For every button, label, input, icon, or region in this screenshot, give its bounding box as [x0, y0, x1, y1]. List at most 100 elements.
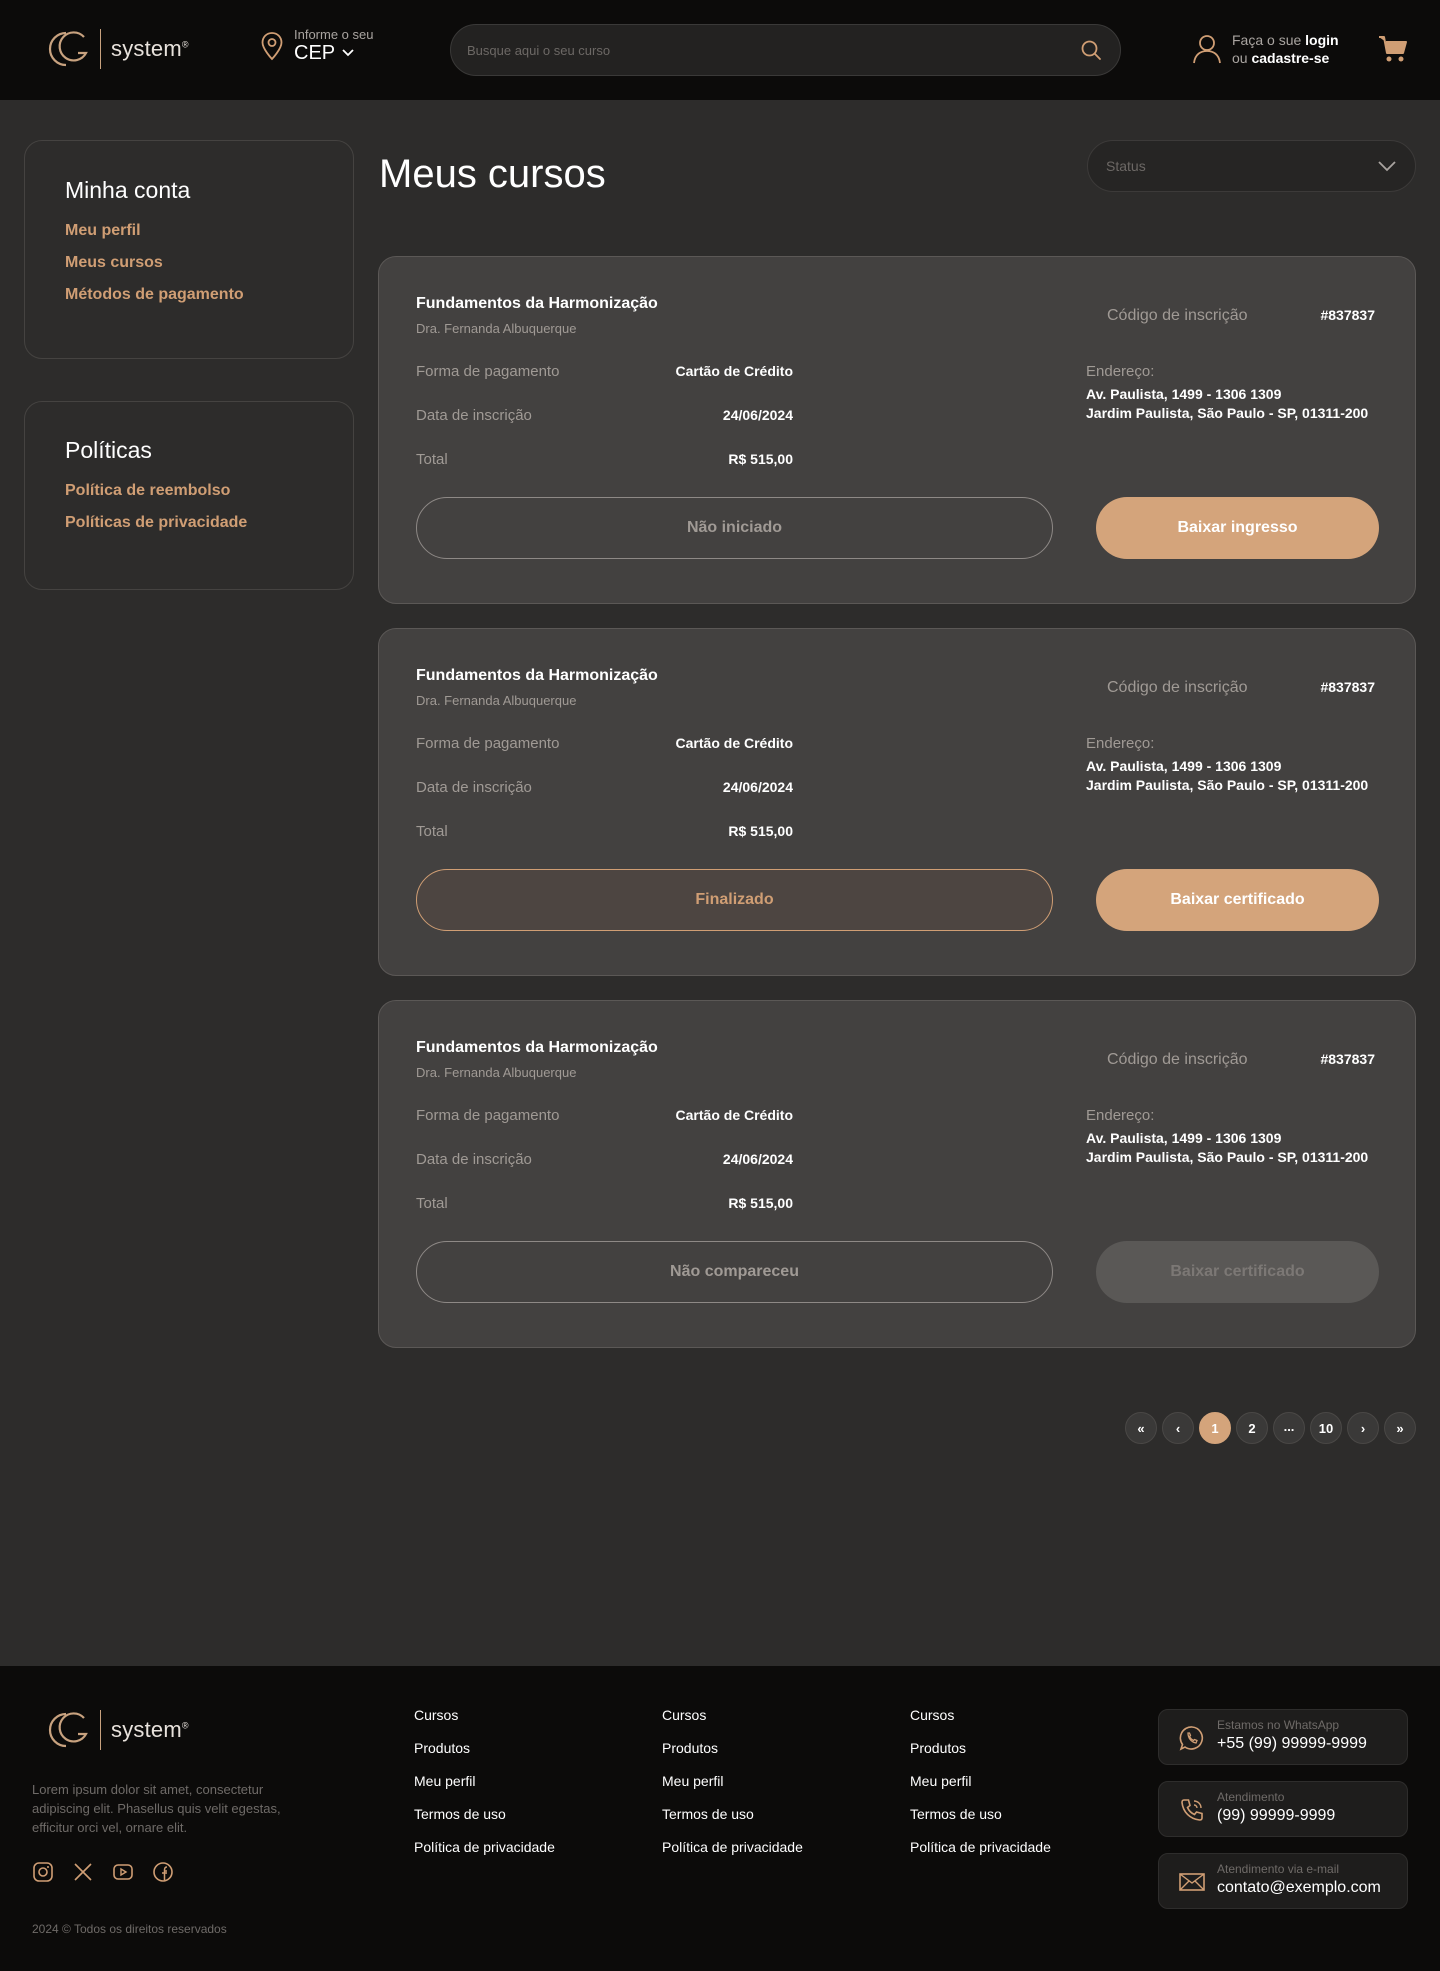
date-value: 24/06/2024 — [722, 779, 793, 795]
course-title: Fundamentos da Harmonização — [416, 667, 658, 684]
contact-phone[interactable]: Atendimento (99) 99999-9999 — [1158, 1781, 1408, 1837]
search-bar — [450, 24, 1121, 76]
pagination-last[interactable]: » — [1384, 1412, 1416, 1444]
total-label: Total — [416, 823, 448, 840]
search-input[interactable] — [467, 25, 1057, 75]
logo-divider — [100, 1710, 101, 1750]
header-logo[interactable]: system® — [42, 27, 189, 71]
footer-link-privacidade[interactable]: Política de privacidade — [414, 1838, 555, 1857]
register-line: ou cadastre-se — [1232, 50, 1330, 66]
address-label: Endereço: — [1086, 735, 1155, 752]
logo-mark-icon — [48, 1712, 88, 1748]
sidebar-item-meus-cursos[interactable]: Meus cursos — [65, 254, 353, 272]
register-link[interactable]: cadastre-se — [1251, 50, 1329, 66]
address-label: Endereço: — [1086, 363, 1155, 380]
status-placeholder: Status — [1106, 158, 1146, 174]
footer-link-produtos[interactable]: Produtos — [910, 1739, 1051, 1758]
pagination-prev[interactable]: ‹ — [1162, 1412, 1194, 1444]
cep-label: CEP — [294, 42, 374, 64]
contact-value: contato@exemplo.com — [1217, 1879, 1381, 1896]
footer-link-termos[interactable]: Termos de uso — [910, 1805, 1051, 1824]
chevron-down-icon — [342, 49, 354, 57]
footer-link-termos[interactable]: Termos de uso — [414, 1805, 555, 1824]
x-icon[interactable] — [72, 1861, 94, 1883]
cep-selector[interactable]: Informe o seu CEP — [260, 28, 374, 64]
date-value: 24/06/2024 — [722, 1151, 793, 1167]
payment-label: Forma de pagamento — [416, 363, 560, 380]
course-author: Dra. Fernanda Albuquerque — [416, 321, 577, 336]
date-value: 24/06/2024 — [722, 407, 793, 423]
code-value: #837837 — [1320, 307, 1375, 323]
logo-divider — [100, 29, 101, 69]
sidebar-item-metodos-pagamento[interactable]: Métodos de pagamento — [65, 286, 353, 304]
policies-menu-title: Políticas — [65, 437, 152, 463]
contact-whatsapp[interactable]: Estamos no WhatsApp +55 (99) 99999-9999 — [1158, 1709, 1408, 1765]
sidebar-item-meu-perfil[interactable]: Meu perfil — [65, 222, 353, 240]
address-line-1: Av. Paulista, 1499 - 1306 1309 — [1086, 1130, 1282, 1146]
total-label: Total — [416, 1195, 448, 1212]
address-line-2: Jardim Paulista, São Paulo - SP, 01311-2… — [1086, 405, 1369, 421]
pagination-page-2[interactable]: 2 — [1236, 1412, 1268, 1444]
download-ticket-button[interactable]: Baixar ingresso — [1096, 497, 1379, 559]
footer: system® Lorem ipsum dolor sit amet, cons… — [0, 1666, 1440, 1971]
contact-value: (99) 99999-9999 — [1217, 1807, 1336, 1824]
contact-label: Atendimento via e-mail — [1217, 1862, 1340, 1876]
code-label: Código de inscrição — [1107, 679, 1248, 696]
status-badge: Finalizado — [416, 869, 1053, 931]
footer-link-meu-perfil[interactable]: Meu perfil — [662, 1772, 803, 1791]
payment-label: Forma de pagamento — [416, 735, 560, 752]
account-menu-title: Minha conta — [65, 177, 191, 203]
account-menu: Minha conta Meu perfil Meus cursos Métod… — [24, 140, 354, 359]
download-certificate-button[interactable]: Baixar certificado — [1096, 869, 1379, 931]
footer-link-termos[interactable]: Termos de uso — [662, 1805, 803, 1824]
footer-logo[interactable]: system® — [42, 1708, 189, 1752]
sidebar-item-privacidade[interactable]: Políticas de privacidade — [65, 514, 353, 532]
footer-link-privacidade[interactable]: Política de privacidade — [910, 1838, 1051, 1857]
course-title: Fundamentos da Harmonização — [416, 1039, 658, 1056]
pagination-first[interactable]: « — [1125, 1412, 1157, 1444]
youtube-icon[interactable] — [112, 1861, 134, 1883]
course-title: Fundamentos da Harmonização — [416, 295, 658, 312]
chevron-down-icon — [1378, 161, 1396, 172]
sidebar-item-reembolso[interactable]: Política de reembolso — [65, 482, 353, 500]
date-label: Data de inscrição — [416, 1151, 532, 1168]
course-author: Dra. Fernanda Albuquerque — [416, 693, 577, 708]
footer-link-cursos[interactable]: Cursos — [662, 1706, 803, 1725]
header: system® Informe o seu CEP Faça o sue log… — [0, 0, 1440, 100]
footer-link-cursos[interactable]: Cursos — [910, 1706, 1051, 1725]
policies-menu: Políticas Política de reembolso Política… — [24, 401, 354, 590]
date-label: Data de inscrição — [416, 779, 532, 796]
whatsapp-icon — [1179, 1726, 1204, 1751]
code-value: #837837 — [1320, 679, 1375, 695]
instagram-icon[interactable] — [32, 1861, 54, 1883]
pagination-page-10[interactable]: 10 — [1310, 1412, 1342, 1444]
pagination-next[interactable]: › — [1347, 1412, 1379, 1444]
social-links — [32, 1861, 174, 1883]
cart-icon[interactable] — [1378, 34, 1408, 64]
mail-icon — [1179, 1873, 1205, 1891]
logo-wordmark: system® — [111, 36, 189, 61]
pagination-page-1[interactable]: 1 — [1199, 1412, 1231, 1444]
search-icon[interactable] — [1080, 39, 1102, 61]
contact-label: Estamos no WhatsApp — [1217, 1718, 1340, 1732]
footer-link-meu-perfil[interactable]: Meu perfil — [910, 1772, 1051, 1791]
code-value: #837837 — [1320, 1051, 1375, 1067]
code-label: Código de inscrição — [1107, 1051, 1248, 1068]
footer-link-privacidade[interactable]: Política de privacidade — [662, 1838, 803, 1857]
address-line-2: Jardim Paulista, São Paulo - SP, 01311-2… — [1086, 1149, 1369, 1165]
facebook-icon[interactable] — [152, 1861, 174, 1883]
footer-link-produtos[interactable]: Produtos — [662, 1739, 803, 1758]
contact-label: Atendimento — [1217, 1790, 1285, 1804]
footer-link-cursos[interactable]: Cursos — [414, 1706, 555, 1725]
address-line-2: Jardim Paulista, São Paulo - SP, 01311-2… — [1086, 777, 1369, 793]
login-link[interactable]: login — [1305, 32, 1338, 48]
cep-hint: Informe o seu — [294, 27, 374, 42]
status-dropdown[interactable]: Status — [1087, 140, 1416, 192]
course-card: Fundamentos da Harmonização Dra. Fernand… — [378, 1000, 1416, 1348]
user-icon — [1193, 35, 1221, 64]
footer-link-meu-perfil[interactable]: Meu perfil — [414, 1772, 555, 1791]
contact-email[interactable]: Atendimento via e-mail contato@exemplo.c… — [1158, 1853, 1408, 1909]
pagination-ellipsis: ... — [1273, 1412, 1305, 1444]
course-card: Fundamentos da Harmonização Dra. Fernand… — [378, 628, 1416, 976]
footer-link-produtos[interactable]: Produtos — [414, 1739, 555, 1758]
